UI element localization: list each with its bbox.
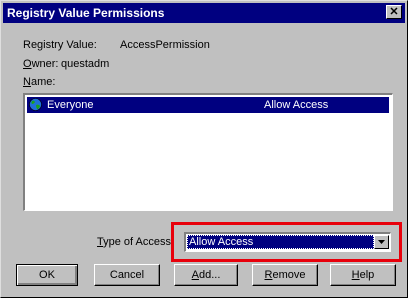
registry-value-text: AccessPermission [120, 39, 210, 51]
add-button[interactable]: Add... [174, 264, 238, 286]
entry-access: Allow Access [264, 99, 329, 111]
permissions-list[interactable]: Everyone Allow Access [23, 93, 393, 211]
window-title: Registry Value Permissions [7, 6, 165, 20]
globe-icon [29, 98, 42, 111]
list-item[interactable]: Everyone Allow Access [27, 97, 389, 113]
selected-value: Allow Access [187, 235, 374, 249]
type-of-access-label: Type of Access: [97, 236, 175, 248]
cancel-button[interactable]: Cancel [94, 264, 160, 286]
dropdown-button[interactable] [374, 235, 389, 249]
help-button[interactable]: Help [330, 264, 396, 286]
entry-name: Everyone [47, 99, 94, 111]
name-label: Name: [23, 76, 56, 88]
remove-button[interactable]: Remove [252, 264, 318, 286]
owner-value: questadm [61, 58, 110, 70]
dialog-window: Registry Value Permissions ✕ Registry Va… [0, 0, 408, 298]
title-bar[interactable]: Registry Value Permissions ✕ [3, 3, 405, 23]
type-of-access-select[interactable]: Allow Access [184, 232, 391, 252]
close-button[interactable]: ✕ [386, 5, 402, 19]
ok-button[interactable]: OK [16, 264, 78, 286]
chevron-down-icon [378, 240, 385, 244]
close-icon: ✕ [389, 6, 399, 18]
owner-label: Owner: [23, 58, 59, 70]
registry-value-label: Registry Value: [23, 39, 97, 51]
